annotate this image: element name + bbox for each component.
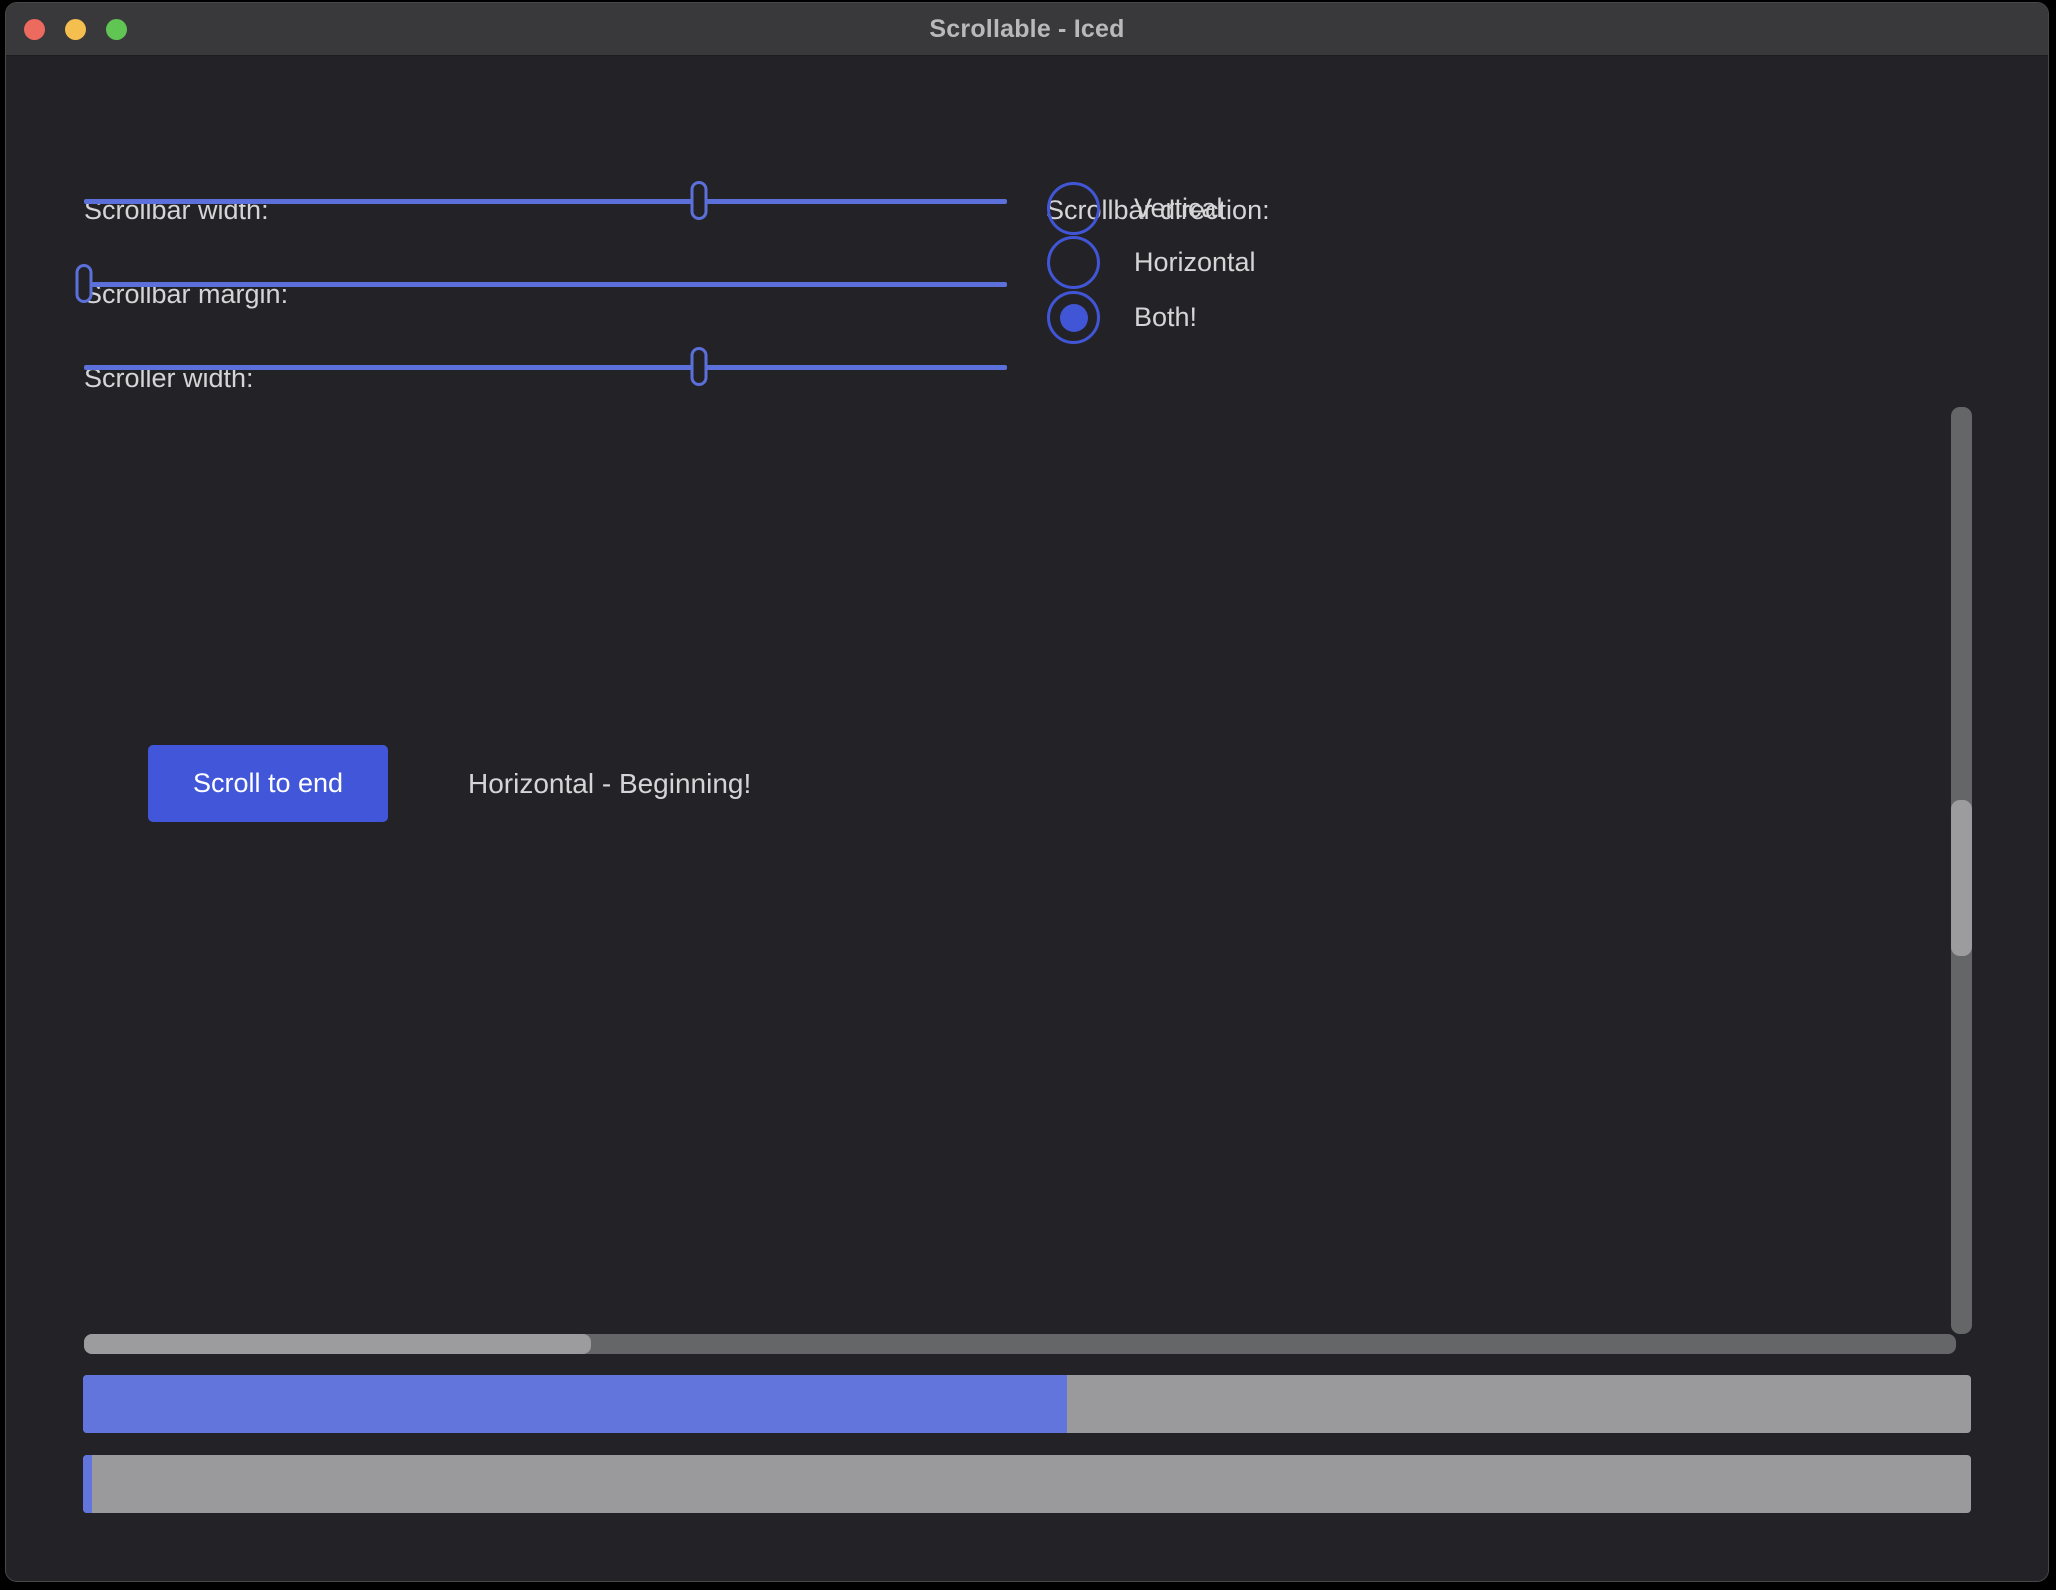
vertical-progress-bar bbox=[83, 1455, 1971, 1513]
horizontal-scrollbar[interactable] bbox=[84, 1334, 1956, 1354]
scroll-status-text: Horizontal - Beginning! bbox=[468, 745, 751, 822]
slider-track[interactable] bbox=[84, 199, 1007, 204]
scrollbar-width-slider[interactable] bbox=[84, 181, 1007, 221]
radio-vertical[interactable]: Vertical bbox=[1047, 182, 1223, 235]
radio-circle-icon[interactable] bbox=[1047, 291, 1100, 344]
radio-label: Horizontal bbox=[1134, 247, 1256, 278]
slider-handle[interactable] bbox=[76, 264, 93, 303]
window-title: Scrollable - Iced bbox=[6, 3, 2048, 55]
radio-circle-icon[interactable] bbox=[1047, 182, 1100, 235]
horizontal-scrollbar-thumb[interactable] bbox=[84, 1334, 591, 1354]
slider-handle[interactable] bbox=[690, 347, 707, 386]
vertical-scrollbar-thumb[interactable] bbox=[1951, 800, 1972, 956]
titlebar: Scrollable - Iced bbox=[6, 3, 2048, 56]
radio-label: Vertical bbox=[1134, 193, 1223, 224]
slider-handle[interactable] bbox=[690, 181, 707, 220]
scroll-to-end-button[interactable]: Scroll to end bbox=[148, 745, 388, 822]
slider-track[interactable] bbox=[84, 365, 1007, 370]
vertical-scrollbar[interactable] bbox=[1951, 407, 1972, 1334]
progress-fill bbox=[83, 1455, 92, 1513]
radio-label: Both! bbox=[1134, 302, 1197, 333]
progress-fill bbox=[83, 1375, 1067, 1433]
slider-track[interactable] bbox=[84, 282, 1007, 287]
content-area: Scrollbar width: Scrollbar margin: Scrol… bbox=[6, 56, 2048, 1581]
app-window: Scrollable - Iced Scrollbar width: Scrol… bbox=[5, 2, 2049, 1582]
radio-horizontal[interactable]: Horizontal bbox=[1047, 236, 1256, 289]
radio-dot-icon bbox=[1060, 304, 1088, 332]
radio-both[interactable]: Both! bbox=[1047, 291, 1197, 344]
horizontal-progress-bar bbox=[83, 1375, 1971, 1433]
scrollbar-margin-slider[interactable] bbox=[84, 264, 1007, 304]
radio-circle-icon[interactable] bbox=[1047, 236, 1100, 289]
scroller-width-slider[interactable] bbox=[84, 347, 1007, 387]
